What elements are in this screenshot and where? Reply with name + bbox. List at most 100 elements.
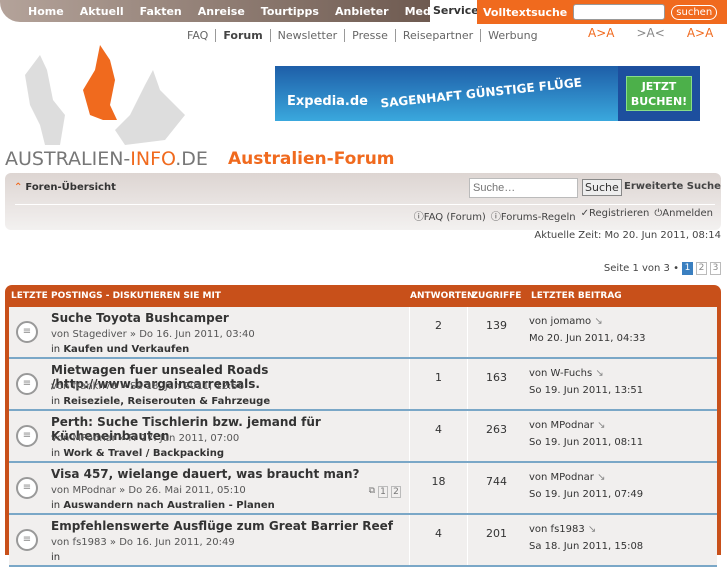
table-row: ≡ Mietwagen fuer unsealed Roads /http://w… bbox=[9, 359, 717, 411]
reply-count: 4 bbox=[410, 411, 468, 461]
topic-forum: in Kaufen und Verkaufen bbox=[51, 344, 190, 355]
header-last-post: LETZTER BEITRAG bbox=[531, 291, 622, 301]
last-post-time: So 19. Jun 2011, 07:49 bbox=[529, 489, 644, 500]
forum-link[interactable]: Reiseziele, Reiserouten & Fahrzeuge bbox=[63, 396, 270, 407]
font-size-controls: A>A >A< A>A bbox=[588, 26, 713, 40]
goto-last-post-icon[interactable]: ↘ bbox=[588, 524, 596, 535]
table-row: ≡ Visa 457, wielange dauert, was braucht … bbox=[9, 463, 717, 515]
header-views: ZUGRIFFE bbox=[471, 291, 522, 301]
page-2[interactable]: 2 bbox=[696, 262, 707, 275]
divider bbox=[15, 204, 715, 205]
last-post-author: von fs1983 ↘ bbox=[529, 524, 597, 535]
advanced-search-link[interactable]: Erweiterte Suche bbox=[624, 181, 721, 192]
topic-forum: in Work & Travel / Backpacking bbox=[51, 448, 225, 459]
forum-link[interactable]: Kaufen und Verkaufen bbox=[63, 344, 189, 355]
nav-tourtipps[interactable]: Tourtipps bbox=[253, 5, 327, 18]
sub-nav: FAQ Forum Newsletter Presse Reisepartner… bbox=[180, 27, 545, 43]
topic-read-icon: ≡ bbox=[16, 321, 38, 343]
topic-author: von frankn70 » Sa 18. Jun 2011, 12:56 bbox=[51, 381, 245, 392]
topic-forum: in Reiseziele, Reiserouten & Fahrzeuge bbox=[51, 396, 271, 407]
last-post-author: von MPodnar ↘ bbox=[529, 472, 606, 483]
font-reset-button[interactable]: >A< bbox=[636, 26, 664, 40]
topic-pages: ⧉ 1 2 bbox=[369, 486, 401, 498]
subnav-werbung[interactable]: Werbung bbox=[480, 28, 544, 42]
topic-forum: in bbox=[51, 552, 61, 563]
goto-last-post-icon[interactable]: ↘ bbox=[594, 316, 602, 327]
last-post-time: Mo 20. Jun 2011, 04:33 bbox=[529, 333, 646, 344]
topic-forum: in Auswandern nach Australien - Planen bbox=[51, 500, 275, 511]
forum-link[interactable]: Auswandern nach Australien - Planen bbox=[63, 500, 274, 511]
forum-title: Australien-Forum bbox=[228, 149, 395, 169]
fulltext-search: Volltextsuche suchen bbox=[477, 0, 727, 24]
topic-author: von fs1983 » Do 16. Jun 2011, 20:49 bbox=[51, 537, 235, 548]
nav-anreise[interactable]: Anreise bbox=[190, 5, 253, 18]
last-post-time: So 19. Jun 2011, 08:11 bbox=[529, 437, 644, 448]
header-replies: ANTWORTEN bbox=[410, 291, 475, 301]
topic-author: von MPodnar » Fr 17. Jun 2011, 07:00 bbox=[51, 433, 240, 444]
current-time: Aktuelle Zeit: Mo 20. Jun 2011, 08:14 bbox=[534, 230, 721, 241]
topic-title[interactable]: Visa 457, wielange dauert, was braucht m… bbox=[51, 467, 359, 481]
subnav-reisepartner[interactable]: Reisepartner bbox=[394, 28, 480, 42]
forum-navbar: ⌃Foren-Übersicht Suche Erweiterte Suche … bbox=[5, 173, 721, 230]
topic-author: von MPodnar » Do 26. Mai 2011, 05:10 bbox=[51, 485, 246, 496]
fulltext-search-button[interactable]: suchen bbox=[671, 4, 718, 20]
rules-link[interactable]: ⓘForums-Regeln bbox=[491, 208, 576, 223]
goto-last-post-icon[interactable]: ↘ bbox=[597, 472, 605, 483]
expedia-ad-banner[interactable]: Expedia.de SAGENHAFT GÜNSTIGE FLÜGE JETZ… bbox=[275, 66, 700, 121]
subnav-faq[interactable]: FAQ bbox=[180, 29, 215, 42]
subnav-forum[interactable]: Forum bbox=[215, 28, 269, 42]
topic-read-icon: ≡ bbox=[16, 529, 38, 551]
nav-home[interactable]: Home bbox=[20, 5, 72, 18]
topic-page-link[interactable]: 1 bbox=[378, 486, 388, 498]
reply-count: 2 bbox=[410, 307, 468, 357]
reply-count: 1 bbox=[410, 359, 468, 409]
forum-search-button[interactable]: Suche bbox=[582, 179, 622, 196]
ad-brand: Expedia.de bbox=[287, 94, 368, 109]
reply-count: 4 bbox=[410, 515, 468, 565]
kangaroo-logo[interactable] bbox=[5, 45, 220, 155]
topic-read-icon: ≡ bbox=[16, 477, 38, 499]
fulltext-search-input[interactable] bbox=[573, 4, 666, 20]
goto-last-post-icon[interactable]: ↘ bbox=[595, 368, 603, 379]
subnav-presse[interactable]: Presse bbox=[344, 28, 395, 42]
ad-cta[interactable]: JETZT BUCHEN! bbox=[618, 66, 700, 121]
topic-read-icon: ≡ bbox=[16, 425, 38, 447]
login-link[interactable]: ⏻Anmelden bbox=[654, 208, 713, 223]
forum-index-link[interactable]: ⌃ Foren-Übersicht bbox=[14, 182, 116, 193]
nav-fakten[interactable]: Fakten bbox=[132, 5, 190, 18]
table-row: ≡ Suche Toyota Bushcamper von Stagediver »… bbox=[9, 307, 717, 359]
nav-aktuell[interactable]: Aktuell bbox=[72, 5, 132, 18]
forum-search-input[interactable] bbox=[469, 178, 578, 198]
nav-anbieter[interactable]: Anbieter bbox=[327, 5, 397, 18]
page-3[interactable]: 3 bbox=[710, 262, 721, 275]
main-nav: Home Aktuell Fakten Anreise Tourtipps An… bbox=[0, 0, 450, 22]
home-chevron-icon: ⌃ bbox=[14, 182, 23, 193]
font-larger-button[interactable]: A>A bbox=[588, 26, 614, 40]
topic-author: von Stagediver » Do 16. Jun 2011, 03:40 bbox=[51, 329, 255, 340]
goto-last-post-icon[interactable]: ↘ bbox=[597, 420, 605, 431]
last-post-author: von jomamo ↘ bbox=[529, 316, 603, 327]
view-count: 201 bbox=[486, 527, 507, 540]
register-link[interactable]: ✓Registrieren bbox=[581, 208, 650, 223]
font-smaller-button[interactable]: A>A bbox=[687, 26, 713, 40]
page-1[interactable]: 1 bbox=[682, 262, 693, 275]
pagination: Seite 1 von 3 • 1 2 3 bbox=[604, 262, 721, 275]
topic-page-link[interactable]: 2 bbox=[391, 486, 401, 498]
pages-icon: ⧉ bbox=[368, 486, 375, 496]
fulltext-search-label: Volltextsuche bbox=[483, 5, 568, 19]
topic-title[interactable]: Empfehlenswerte Ausflüge zum Great Barri… bbox=[51, 519, 393, 533]
view-count: 163 bbox=[486, 371, 507, 384]
faq-link[interactable]: ⓘFAQ (Forum) bbox=[414, 208, 486, 223]
topic-title[interactable]: Suche Toyota Bushcamper bbox=[51, 311, 229, 325]
view-count: 139 bbox=[486, 319, 507, 332]
forum-link[interactable]: Work & Travel / Backpacking bbox=[63, 448, 224, 459]
nav-service[interactable]: Service bbox=[430, 0, 479, 22]
site-logo-text: AUSTRALIEN-INFO.DE bbox=[5, 148, 208, 170]
subnav-newsletter[interactable]: Newsletter bbox=[269, 28, 344, 42]
ad-slogan: SAGENHAFT GÜNSTIGE FLÜGE bbox=[379, 75, 583, 111]
table-row: ≡ Empfehlenswerte Ausflüge zum Great Barr… bbox=[9, 515, 717, 567]
last-post-time: So 19. Jun 2011, 13:51 bbox=[529, 385, 644, 396]
topic-read-icon: ≡ bbox=[16, 373, 38, 395]
view-count: 744 bbox=[486, 475, 507, 488]
last-post-author: von MPodnar ↘ bbox=[529, 420, 606, 431]
